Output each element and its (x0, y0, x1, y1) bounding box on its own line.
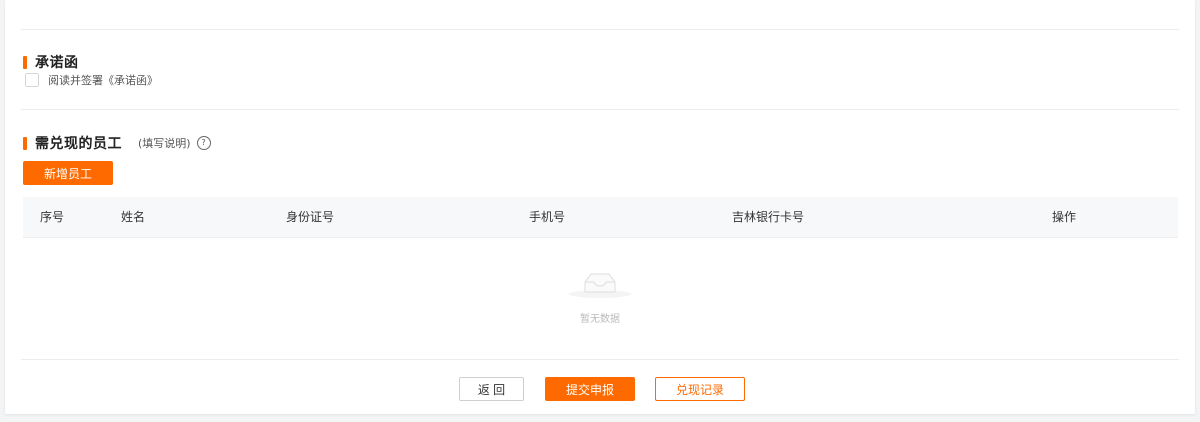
top-divider (21, 29, 1179, 30)
employee-table-header: 序号 姓名 身份证号 手机号 吉林银行卡号 操作 (23, 197, 1178, 238)
commitment-title: 承诺函 (35, 55, 79, 71)
column-header-name: 姓名 (121, 210, 146, 224)
empty-text: 暂无数据 (580, 314, 620, 325)
column-header-index: 序号 (40, 210, 65, 224)
back-button[interactable]: 返 回 (459, 377, 524, 401)
add-employee-button[interactable]: 新增员工 (23, 161, 113, 185)
column-header-bank-card: 吉林银行卡号 (732, 210, 805, 224)
footer-divider (21, 359, 1179, 360)
column-header-id-number: 身份证号 (286, 210, 335, 224)
commitment-section-title: 承诺函 (23, 52, 79, 72)
employees-title: 需兑现的员工 (35, 136, 122, 152)
agreement-label[interactable]: 阅读并签署《承诺函》 (48, 72, 158, 88)
submit-button[interactable]: 提交申报 (545, 377, 635, 401)
empty-inbox-icon (569, 273, 631, 298)
column-header-actions: 操作 (1052, 210, 1077, 224)
question-circle-icon[interactable]: ? (196, 136, 211, 150)
section-marker (23, 55, 27, 69)
fill-instructions-link[interactable]: (填写说明) (138, 135, 191, 151)
section-marker (23, 136, 27, 150)
form-card: 承诺函 阅读并签署《承诺函》 需兑现的员工 (填写说明) ? 新增员工 序号 姓… (5, 0, 1195, 414)
employees-section-title: 需兑现的员工 (填写说明) ? (23, 133, 211, 153)
section-divider (21, 109, 1179, 110)
history-button[interactable]: 兑现记录 (655, 377, 745, 401)
empty-state: 暂无数据 (565, 268, 635, 325)
agreement-row[interactable]: 阅读并签署《承诺函》 (25, 72, 158, 88)
column-header-phone: 手机号 (529, 210, 566, 224)
agreement-checkbox[interactable] (25, 73, 39, 87)
